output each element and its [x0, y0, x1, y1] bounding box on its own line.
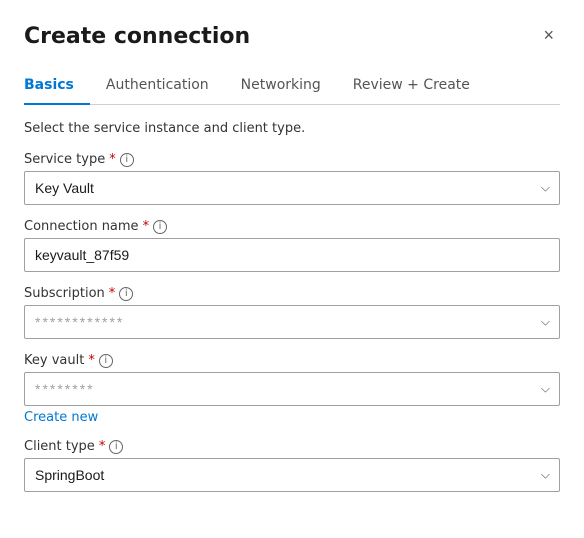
service-type-required: *: [109, 152, 116, 167]
tab-review-create[interactable]: Review + Create: [353, 69, 486, 105]
key-vault-info-icon[interactable]: i: [99, 354, 113, 368]
subscription-label: Subscription * i: [24, 286, 560, 301]
dialog-title: Create connection: [24, 24, 250, 49]
subscription-select-wrapper: ************ ⌵: [24, 305, 560, 339]
service-type-select-wrapper: Key Vault SQL Database Storage Account C…: [24, 171, 560, 205]
subscription-required: *: [109, 286, 116, 301]
connection-name-input[interactable]: [24, 238, 560, 272]
service-type-field: Service type * i Key Vault SQL Database …: [24, 152, 560, 205]
key-vault-select[interactable]: ********: [24, 372, 560, 406]
client-type-select-wrapper: SpringBoot Java .NET Node.js Python ⌵: [24, 458, 560, 492]
client-type-field: Client type * i SpringBoot Java .NET Nod…: [24, 439, 560, 492]
key-vault-required: *: [88, 353, 95, 368]
client-type-info-icon[interactable]: i: [109, 440, 123, 454]
connection-name-required: *: [143, 219, 150, 234]
client-type-required: *: [99, 439, 106, 454]
key-vault-select-wrapper: ******** ⌵: [24, 372, 560, 406]
tab-networking[interactable]: Networking: [241, 69, 337, 105]
connection-name-label: Connection name * i: [24, 219, 560, 234]
service-type-label: Service type * i: [24, 152, 560, 167]
subscription-info-icon[interactable]: i: [119, 287, 133, 301]
tab-bar: Basics Authentication Networking Review …: [24, 69, 560, 105]
close-button[interactable]: ×: [537, 24, 560, 46]
client-type-label: Client type * i: [24, 439, 560, 454]
key-vault-field: Key vault * i ******** ⌵ Create new: [24, 353, 560, 425]
form-description: Select the service instance and client t…: [24, 121, 560, 136]
subscription-select[interactable]: ************: [24, 305, 560, 339]
dialog-header: Create connection ×: [24, 24, 560, 49]
client-type-select[interactable]: SpringBoot Java .NET Node.js Python: [24, 458, 560, 492]
tab-authentication[interactable]: Authentication: [106, 69, 225, 105]
tab-basics[interactable]: Basics: [24, 69, 90, 105]
service-type-info-icon[interactable]: i: [120, 153, 134, 167]
connection-name-info-icon[interactable]: i: [153, 220, 167, 234]
key-vault-label: Key vault * i: [24, 353, 560, 368]
create-new-link[interactable]: Create new: [24, 410, 98, 425]
create-connection-dialog: Create connection × Basics Authenticatio…: [0, 0, 584, 538]
service-type-select[interactable]: Key Vault SQL Database Storage Account C…: [24, 171, 560, 205]
connection-name-field: Connection name * i: [24, 219, 560, 272]
subscription-field: Subscription * i ************ ⌵: [24, 286, 560, 339]
